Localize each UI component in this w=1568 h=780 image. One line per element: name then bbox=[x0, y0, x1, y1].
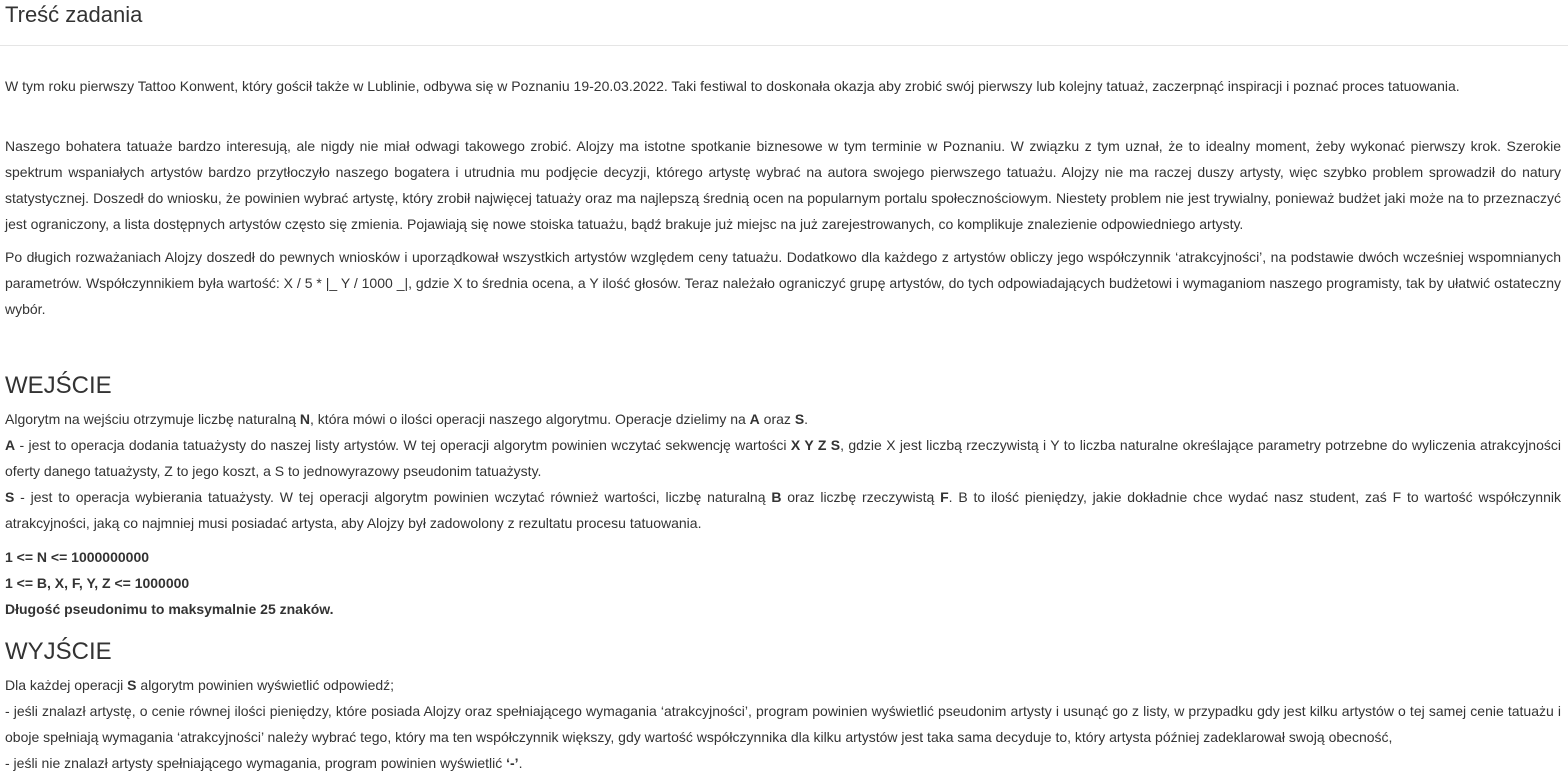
text: , która mówi o ilości operacji naszego a… bbox=[310, 411, 750, 427]
text-a: A bbox=[749, 411, 760, 427]
text-f: F bbox=[940, 489, 949, 505]
text: - jest to operacja wybierania tatuażysty… bbox=[14, 489, 772, 505]
text-s: S bbox=[794, 411, 805, 427]
page-title: Treść zadania bbox=[5, 2, 143, 27]
text-s: S bbox=[127, 677, 137, 693]
text-n: N bbox=[299, 411, 311, 427]
text: oraz bbox=[759, 411, 795, 427]
output-heading: WYJŚCIE bbox=[5, 638, 112, 665]
text: - jeśli nie znalazł artysty spełniająceg… bbox=[5, 755, 507, 771]
input-line-1: Algorytm na wejściu otrzymuje liczbę nat… bbox=[5, 406, 1561, 432]
text: algorytm powinien wyświetlić odpowiedź; bbox=[136, 677, 395, 693]
text: . bbox=[518, 755, 523, 771]
input-operation-s: S - jest to operacja wybierania tatuażys… bbox=[5, 484, 1561, 536]
constraint-n: 1 <= N <= 1000000000 bbox=[5, 549, 150, 565]
intro-paragraph-3: Po długich rozważaniach Alojzy doszedł d… bbox=[5, 249, 1561, 317]
operation-a-key: A bbox=[5, 437, 16, 453]
intro-paragraph-2: Naszego bohatera tatuaże bardzo interesu… bbox=[5, 138, 1561, 232]
output-line-3: - jeśli nie znalazł artysty spełniająceg… bbox=[5, 750, 1561, 776]
text-b: B bbox=[771, 489, 782, 505]
intro-paragraph-1: W tym roku pierwszy Tattoo Konwent, któr… bbox=[5, 78, 1460, 94]
text: Dla każdej operacji bbox=[5, 677, 128, 693]
text-xyzs: X Y Z S bbox=[790, 437, 841, 453]
output-line-2: - jeśli znalazł artystę, o cenie równej … bbox=[5, 703, 1561, 745]
constraint-pseudonym: Długość pseudonimu to maksymalnie 25 zna… bbox=[5, 601, 334, 617]
text: - jest to operacja dodania tatuażysty do… bbox=[15, 437, 791, 453]
output-line-1: Dla każdej operacji S algorytm powinien … bbox=[5, 672, 1561, 698]
page-header: Treść zadania bbox=[0, 0, 1568, 46]
text-dash: ‘-’ bbox=[506, 755, 519, 771]
input-heading: WEJŚCIE bbox=[5, 372, 112, 399]
text: . bbox=[804, 411, 809, 427]
text: oraz liczbę rzeczywistą bbox=[781, 489, 941, 505]
input-operation-a: A - jest to operacja dodania tatuażysty … bbox=[5, 432, 1561, 484]
constraint-values: 1 <= B, X, F, Y, Z <= 1000000 bbox=[5, 575, 190, 591]
text: Algorytm na wejściu otrzymuje liczbę nat… bbox=[5, 411, 300, 427]
operation-s-key: S bbox=[5, 489, 15, 505]
